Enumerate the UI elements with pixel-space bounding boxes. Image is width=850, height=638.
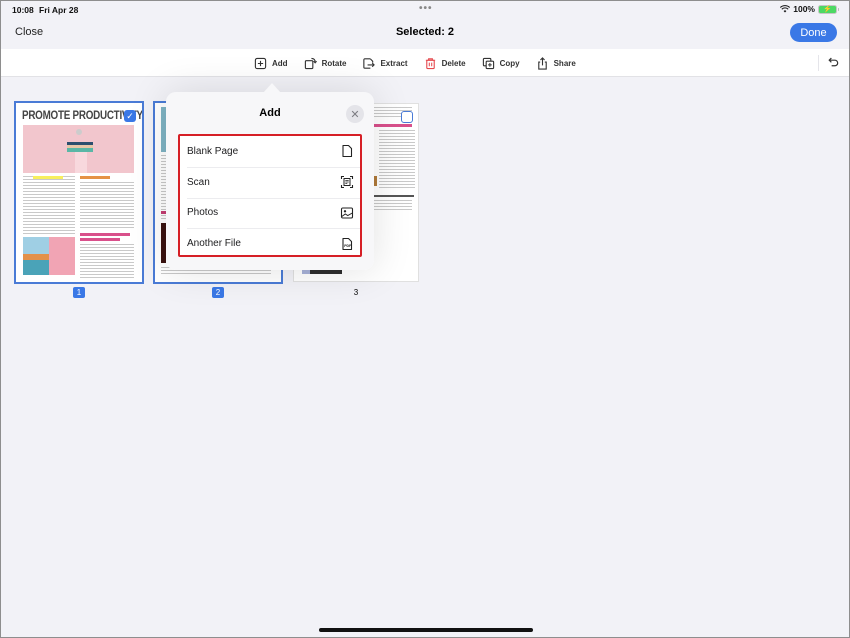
blank-page-label: Blank Page [187,145,239,157]
add-popover: Add ✕ Blank Page Scan Photos Another Fil… [166,92,374,270]
copy-button[interactable]: Copy [482,57,520,70]
page-3-text-column [379,130,415,188]
status-date: Fri Apr 28 [39,5,79,15]
page-3-checkbox[interactable] [401,111,413,123]
page-3-image [374,176,377,186]
battery-charging-icon: ⚡ [818,4,839,14]
home-indicator[interactable] [319,628,533,632]
page-1-text-column-2 [80,182,134,228]
photos-label: Photos [187,207,219,219]
scan-label: Scan [187,176,210,188]
page-1-pink-heading-2 [80,238,120,241]
page-1-text-column [23,176,75,234]
rotate-button[interactable]: Rotate [304,57,347,70]
page-1-image-pink [49,237,75,275]
page-number-3: 3 [353,288,359,297]
undo-icon[interactable] [827,56,840,69]
extract-label: Extract [380,58,408,68]
add-blank-page-item[interactable]: Blank Page [180,136,360,167]
copy-label: Copy [499,58,520,68]
page-title: Selected: 2 [395,26,455,38]
scan-icon [340,176,354,189]
page-3-subheading [374,195,414,197]
add-page-icon [254,57,267,69]
page-1-text-column-3 [80,244,134,278]
rotate-icon [304,57,317,69]
page-1-image-umbrellas [23,237,49,275]
status-bar: 10:08 Fri Apr 28 ••• 100% ⚡ [1,1,849,19]
popover-title: Add [259,107,281,119]
page-1-pink-heading [80,233,130,236]
delete-button[interactable]: Delete [424,57,466,70]
page-1-subheading [80,176,110,179]
page-3-text-bottom [374,200,412,212]
photo-icon [340,207,354,219]
copy-icon [482,57,494,69]
page-1-checkbox[interactable]: ✓ [124,110,136,122]
share-button[interactable]: Share [536,56,576,70]
status-indicators: 100% ⚡ [780,4,839,14]
close-icon[interactable]: ✕ [346,105,364,123]
delete-label: Delete [441,58,466,68]
page-1-hero-image [23,125,134,173]
rotate-label: Rotate [321,58,347,68]
page-toolbar: Add Rotate Extract Delete Copy Share [1,49,849,77]
add-scan-item[interactable]: Scan [180,166,360,198]
page-number-2: 2 [212,287,224,298]
multitasking-dots-icon[interactable]: ••• [419,3,433,14]
add-label: Add [272,58,288,68]
page-thumbnail-1[interactable]: PROMOTE PRODUCTIVITY ✓ [14,101,144,284]
svg-text:PDF: PDF [344,244,352,248]
add-photos-item[interactable]: Photos [180,197,360,229]
page-1-highlight [33,176,63,179]
another-file-label: Another File [187,238,241,250]
share-label: Share [553,58,576,68]
wifi-icon [780,5,791,13]
extract-icon [363,57,376,69]
add-button[interactable]: Add [254,57,288,70]
pdf-file-icon: PDF [342,237,352,250]
status-time: 10:08 [12,5,34,15]
add-another-file-item[interactable]: Another File PDF [180,228,360,259]
blank-page-icon [342,145,353,158]
add-options-list: Blank Page Scan Photos Another File PDF [178,134,362,257]
navigation-bar: Close Selected: 2 Done [1,19,849,47]
toolbar-divider [818,55,819,71]
page-number-1: 1 [73,287,85,298]
done-button[interactable]: Done [790,23,837,42]
page-3-pink-heading [374,124,412,127]
trash-icon [425,57,435,69]
share-icon [537,56,547,70]
battery-percent: 100% [793,4,815,14]
extract-button[interactable]: Extract [362,57,408,70]
